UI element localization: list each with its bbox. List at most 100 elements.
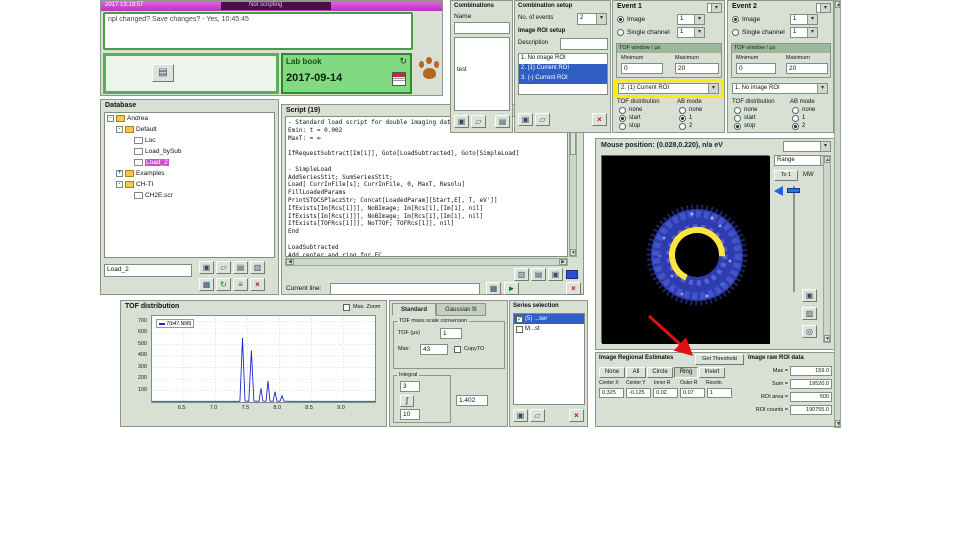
combination-item[interactable]: test [455,66,509,76]
save-icon[interactable]: ▣ [513,409,528,422]
integral-to-spinner[interactable]: 10 [400,409,420,420]
doc-icon[interactable]: ▦ [486,282,501,295]
save-icon[interactable]: ▣ [548,268,563,281]
save-image-icon[interactable]: ▣ [802,289,817,302]
event2-dist-start-radio[interactable] [734,115,741,122]
delete-series-icon[interactable]: × [569,409,584,422]
event1-dist-stop-radio[interactable] [619,123,626,130]
copy-icon[interactable]: ▥ [250,261,265,274]
event1-header-combo[interactable] [707,3,722,13]
roi-list[interactable]: 1. No image ROI 2. (1) Current ROI 3. (-… [518,53,608,95]
folder-icon[interactable]: ▱ [530,409,545,422]
event1-roi-combo[interactable]: 2. (1) Current ROI [618,83,719,94]
region-none-button[interactable]: None [599,367,625,378]
scroll-down-icon[interactable]: ▼ [835,420,840,427]
refresh-icon[interactable]: ↻ [216,278,231,291]
scroll-up-icon[interactable]: ▲ [835,1,840,8]
tree-item[interactable]: Load_bySub [105,146,274,157]
tree-expander-icon[interactable]: - [107,115,114,122]
series-item[interactable]: ✓ (5) ...ser [514,314,584,324]
save-icon[interactable]: ▣ [199,261,214,274]
tree-item[interactable]: Loc [105,135,274,146]
event2-single-count-combo[interactable]: 1 [790,27,818,38]
run-script-icon[interactable]: ► [504,282,519,295]
center-y-field[interactable]: -0.125 [626,388,651,398]
get-threshold-button[interactable]: Get Threshold [695,354,744,365]
printer-icon[interactable]: ▤ [495,115,510,128]
description-field[interactable] [560,38,608,50]
labbook-refresh-icon[interactable]: ↻ [399,56,407,67]
event2-dist-none-radio[interactable] [734,107,741,114]
tab-standard[interactable]: Standard [392,303,436,316]
series-list[interactable]: ✓ (5) ...ser M...st [513,313,585,405]
no-of-events-combo[interactable]: 2 [577,13,607,25]
scroll-corner-button[interactable] [566,270,578,279]
main-vertical-scrollbar[interactable]: ▲ ▼ [834,0,841,428]
center-x-field[interactable]: 0.325 [599,388,624,398]
list-icon[interactable]: ≡ [233,278,248,291]
max-field[interactable]: 43 [420,344,448,355]
integral-from-spinner[interactable]: 3 [400,381,420,392]
event1-max-field[interactable]: 20 [675,63,719,74]
image-vertical-scrollbar[interactable]: ▲ ▼ [823,155,831,343]
scroll-down-icon[interactable]: ▼ [570,249,576,256]
inner-r-field[interactable]: 0.02 [653,388,678,398]
series-item[interactable]: M...st [514,324,584,334]
series-checkbox-checked[interactable]: ✓ [516,316,523,323]
printer-icon[interactable]: ▤ [531,268,546,281]
event2-header-combo[interactable] [816,3,831,13]
tab-gaussian-fit[interactable]: Gaussian fit [436,303,486,316]
event1-image-count-combo[interactable]: 1 [677,14,705,25]
to1-button[interactable]: To 1 [774,170,798,181]
region-all-button[interactable]: All [626,367,646,378]
pan-left-icon[interactable] [774,186,783,196]
event1-ab-1-radio[interactable] [679,115,686,122]
event2-roi-combo[interactable]: 1. No image ROI [732,83,828,94]
tree-expander-icon[interactable]: - [116,181,123,188]
title-bar[interactable]: 2017 13:19:57 Not scripting [101,1,442,11]
tof-plot-area[interactable]: 7(b47,N98) [151,315,376,403]
event1-image-radio[interactable] [617,16,624,23]
event2-max-field[interactable]: 20 [786,63,828,74]
roi-list-item[interactable]: 3. (-) Current ROI [519,74,607,84]
region-circle-button[interactable]: Circle [647,367,673,378]
combinations-list[interactable]: test [454,37,510,111]
scroll-left-icon[interactable]: ◀ [286,259,294,265]
calendar-icon[interactable] [392,72,406,86]
save-icon[interactable]: ▣ [518,113,533,126]
intensity-slider-track[interactable] [793,186,795,292]
event1-single-channel-radio[interactable] [617,29,624,36]
roi-list-item[interactable]: 1. No image ROI [519,54,607,64]
roi-list-item[interactable]: 2. (1) Current ROI [519,64,607,74]
event1-ab-none-radio[interactable] [679,107,686,114]
region-ring-button[interactable]: Ring [674,367,698,378]
velocity-map-image[interactable] [601,155,769,343]
zoom-icon[interactable]: ◎ [802,325,817,338]
intensity-slider-thumb[interactable] [787,188,800,193]
doc-icon[interactable]: ▦ [199,278,214,291]
save-icon[interactable]: ▣ [454,115,469,128]
copy-checkbox[interactable] [454,346,461,353]
folder-icon[interactable]: ▱ [535,113,550,126]
event1-min-field[interactable]: 0 [621,63,663,74]
printer-icon[interactable]: ▤ [233,261,248,274]
event2-ab-2-radio[interactable] [792,123,799,130]
event2-dist-stop-radio[interactable] [734,123,741,130]
tree-expander-icon[interactable]: + [116,170,123,177]
scroll-up-icon[interactable]: ▲ [824,156,830,163]
delete-combination-icon[interactable]: × [592,113,607,126]
combination-name-field[interactable] [454,22,510,34]
region-invert-button[interactable]: Invert [699,367,725,378]
image-header-combo[interactable] [783,141,831,152]
series-checkbox[interactable] [516,326,523,333]
script-vertical-scrollbar[interactable]: ▲ ▼ [569,116,577,257]
event2-single-channel-radio[interactable] [732,29,739,36]
chart-icon[interactable]: ▨ [802,307,817,320]
tree-expander-icon[interactable]: - [116,126,123,133]
tree-item[interactable]: +Examples [105,168,274,179]
outer-r-field[interactable]: 0.07 [680,388,705,398]
event1-dist-start-radio[interactable] [619,115,626,122]
copy-icon[interactable]: ▥ [514,268,529,281]
scroll-right-icon[interactable]: ▶ [559,259,567,265]
event2-ab-1-radio[interactable] [792,115,799,122]
